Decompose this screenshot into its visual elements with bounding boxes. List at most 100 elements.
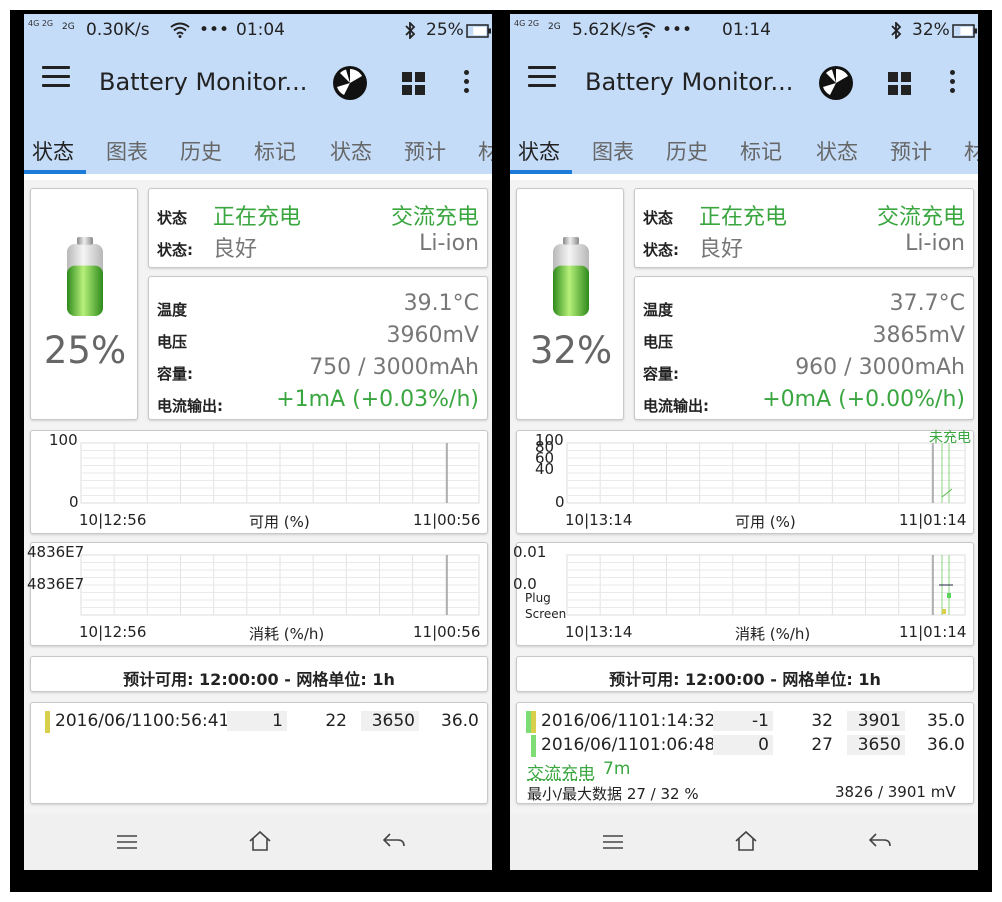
y-axis-top: 0.01	[513, 543, 547, 561]
history-list[interactable]: 2016/06/11 01:14:32 -1 32 3901 35.0 2016/06/11…	[516, 702, 974, 804]
temperature-label: 温度	[643, 301, 674, 319]
clock: 01:04	[236, 20, 285, 40]
availability-chart[interactable]: 100 0 10|13:14 可用 (%) 11|01:14 未充电 80 60 40	[516, 430, 974, 534]
back-icon[interactable]	[382, 832, 406, 850]
y-axis-bottom: 0	[69, 493, 79, 511]
menu-button[interactable]	[528, 66, 556, 90]
grid-view-icon[interactable]	[888, 72, 912, 96]
history-list[interactable]: 2016/06/11 00:56:41 1 22 3650 36.0	[30, 702, 488, 804]
tab-6[interactable]: 材	[478, 136, 492, 166]
tab-5[interactable]: 预计	[404, 136, 446, 166]
x-axis-label: 消耗 (%/h)	[249, 625, 325, 643]
history-mv: 3650	[361, 711, 419, 731]
capacity-value: 960 / 3000mAh	[795, 355, 965, 380]
state-card: 状态 正在充电 交流充电 状态: 良好 Li-ion	[634, 188, 974, 268]
clock: 01:14	[722, 20, 771, 40]
menu-button[interactable]	[42, 66, 70, 90]
network-2g-indicator: 2G	[62, 22, 75, 32]
history-row[interactable]: 2016/06/11 01:06:48 0 27 3650 36.0	[525, 735, 965, 757]
screen-legend: Screen	[525, 607, 567, 621]
battery-card: 25%	[30, 188, 138, 420]
network-indicator: 4G 2G	[28, 19, 54, 28]
voltage-label: 电压	[643, 333, 674, 351]
app-bar: Battery Monitor...	[510, 46, 978, 112]
active-tab-indicator	[24, 170, 86, 174]
history-time: 00:56:41	[153, 711, 230, 731]
app-title: Battery Monitor...	[99, 68, 308, 96]
tab-2[interactable]: 历史	[180, 136, 222, 166]
tab-0[interactable]: 状态	[518, 136, 560, 166]
history-row[interactable]: 2016/06/11 00:56:41 1 22 3650 36.0	[39, 711, 479, 733]
history-row[interactable]: 2016/06/11 01:14:32 -1 32 3901 35.0	[525, 711, 965, 733]
battery-level-icon	[553, 237, 589, 316]
health-label: 状态:	[157, 241, 193, 259]
tab-4[interactable]: 状态	[816, 136, 858, 166]
network-2g-indicator: 2G	[548, 22, 561, 32]
status-label: 状态	[157, 209, 188, 227]
battery-percent: 25%	[426, 20, 464, 40]
pie-chart-icon[interactable]	[332, 65, 368, 101]
y-axis-bottom: 0	[555, 493, 565, 511]
current-value: +0mA (+0.00%/h)	[762, 387, 965, 412]
tab-3[interactable]: 标记	[740, 136, 782, 166]
capacity-label: 容量:	[157, 365, 193, 383]
charge-duration: 7m	[603, 759, 631, 779]
tab-6[interactable]: 材	[964, 136, 978, 166]
capacity-value: 750 / 3000mAh	[309, 355, 479, 380]
history-temp: 35.0	[927, 711, 965, 731]
temperature-value: 37.7°C	[889, 291, 965, 316]
history-marker	[531, 735, 536, 757]
battery-icon	[466, 24, 491, 38]
charge-source: 交流充电	[390, 205, 479, 230]
tab-1[interactable]: 图表	[592, 136, 634, 166]
y-axis-top: 100	[49, 431, 78, 449]
consumption-chart[interactable]: 4836E7 4836E7 10|12:56 消耗 (%/h) 11|00:56	[27, 542, 488, 646]
more-notifications-icon: •••	[199, 20, 230, 40]
tab-3[interactable]: 标记	[254, 136, 296, 166]
temperature-label: 温度	[157, 301, 188, 319]
metrics-card: 温度 39.1°C 电压 3960mV 容量: 750 / 3000mAh 电流…	[148, 276, 488, 420]
x-axis-start: 10|13:14	[565, 511, 633, 529]
app-title: Battery Monitor...	[585, 68, 794, 96]
home-icon[interactable]	[248, 830, 272, 852]
tab-bar: 状态 图表 历史 标记 状态 预计 材	[510, 112, 978, 174]
history-marker	[526, 711, 536, 733]
tab-5[interactable]: 预计	[890, 136, 932, 166]
pie-chart-icon[interactable]	[818, 65, 854, 101]
history-mv: 3650	[847, 735, 905, 755]
phone-screen-right: 4G 2G 2G 5.62K/s ••• 01:14 32% Battery M…	[510, 14, 978, 870]
navigation-bar	[510, 814, 978, 870]
recent-apps-icon[interactable]	[602, 834, 624, 850]
history-pct: 32	[811, 711, 833, 731]
overflow-menu-icon[interactable]	[950, 70, 958, 96]
current-label: 电流输出:	[643, 397, 709, 415]
charge-type: 交流充电	[527, 764, 595, 784]
x-axis-end: 11|00:56	[413, 511, 481, 529]
tab-2[interactable]: 历史	[666, 136, 708, 166]
battery-type: Li-ion	[419, 231, 479, 256]
overflow-menu-icon[interactable]	[464, 70, 472, 96]
x-axis-start: 10|12:56	[79, 511, 147, 529]
y-axis-tick: 40	[535, 460, 555, 478]
tab-0[interactable]: 状态	[32, 136, 74, 166]
capacity-label: 容量:	[643, 365, 679, 383]
estimate-text: 预计可用: 12:00:00 - 网格单位: 1h	[609, 670, 881, 689]
charging-status: 正在充电	[213, 205, 302, 230]
chart-note: 未充电	[929, 430, 971, 446]
status-content: 32% 状态 正在充电 交流充电 状态: 良好 Li-ion 温度 37.7°C…	[510, 180, 978, 814]
x-axis-start: 10|12:56	[79, 623, 147, 641]
tab-4[interactable]: 状态	[330, 136, 372, 166]
availability-chart[interactable]: 100 0 10|12:56 可用 (%) 11|00:56	[30, 430, 488, 534]
home-icon[interactable]	[734, 830, 758, 852]
history-pct: 27	[811, 735, 833, 755]
tab-1[interactable]: 图表	[106, 136, 148, 166]
voltage-value: 3960mV	[386, 323, 479, 348]
recent-apps-icon[interactable]	[116, 834, 138, 850]
battery-percentage: 25%	[43, 329, 127, 372]
consumption-chart[interactable]: 0.01 0.0 10|13:14 消耗 (%/h) 11|01:14 Plug Scree…	[513, 542, 974, 646]
grid-view-icon[interactable]	[402, 72, 426, 96]
back-icon[interactable]	[868, 832, 892, 850]
history-delta: 0	[713, 735, 773, 755]
min-max-voltage: 3826 / 3901 mV	[835, 783, 956, 801]
more-notifications-icon: •••	[662, 20, 693, 40]
